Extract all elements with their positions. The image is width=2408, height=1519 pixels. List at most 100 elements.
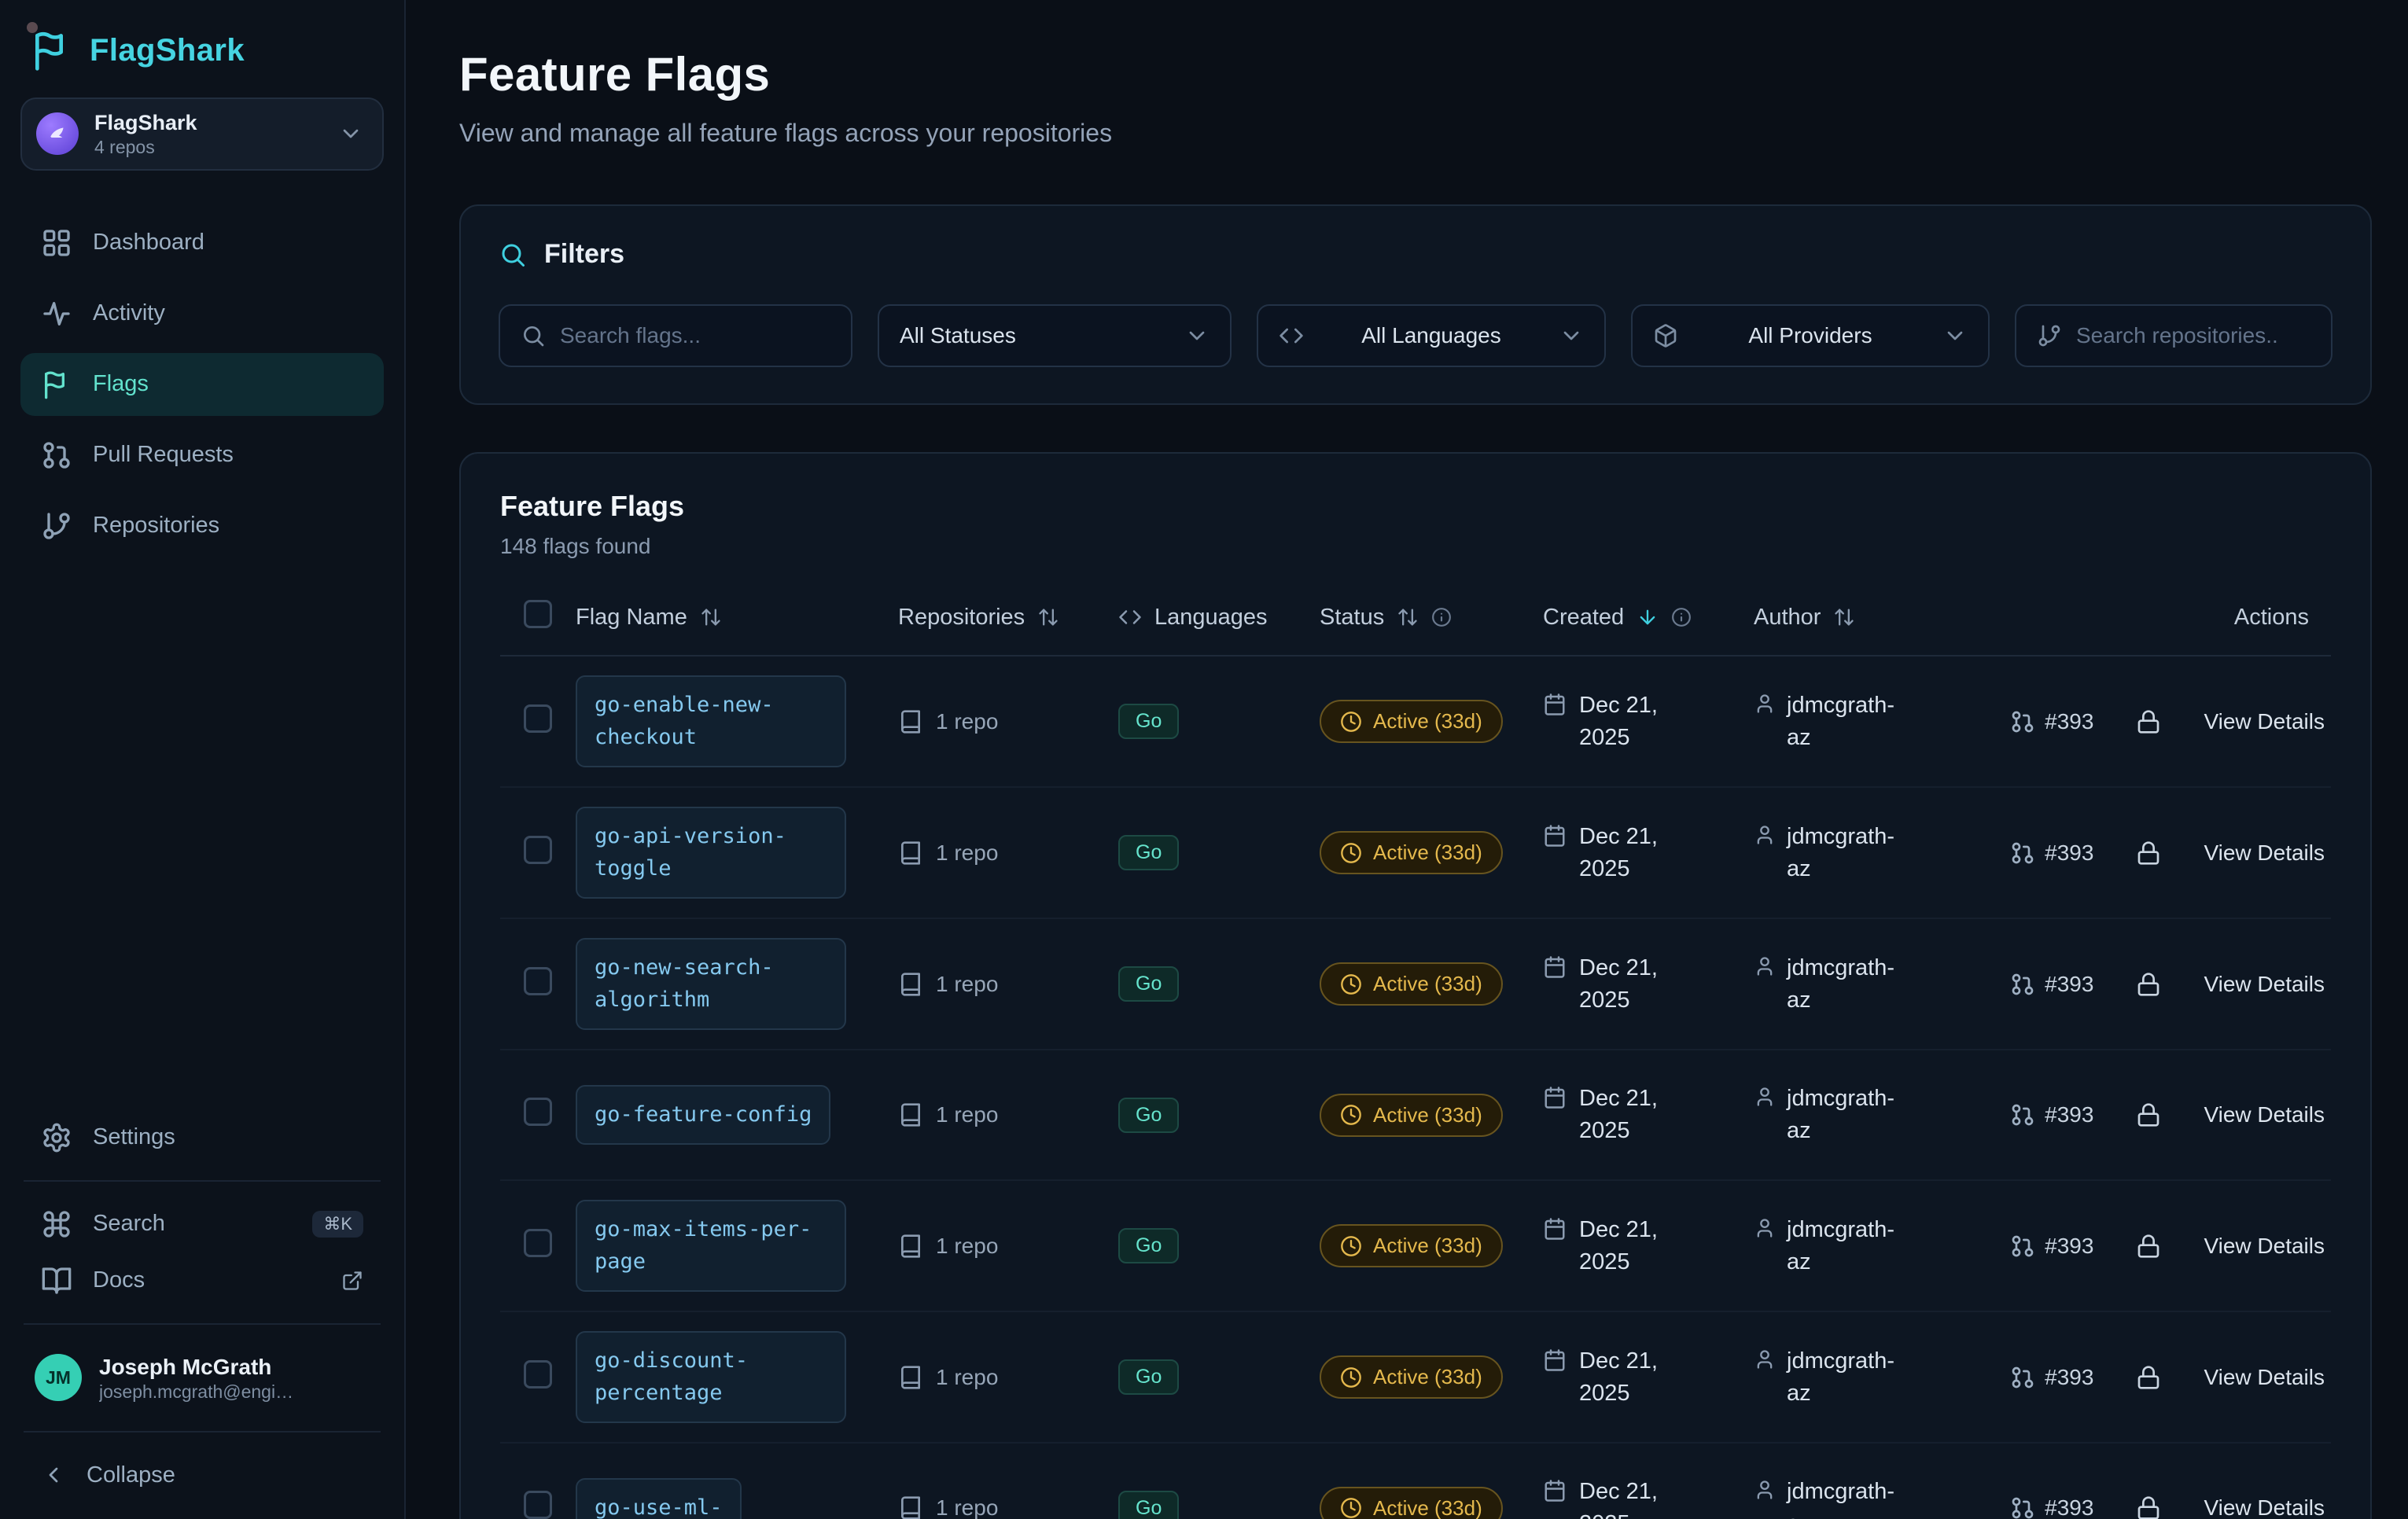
flag-name[interactable]: go-api-version-toggle [576, 807, 846, 899]
calendar-icon [1543, 824, 1567, 848]
status-badge: Active (33d) [1320, 962, 1503, 1006]
view-details-link[interactable]: View Details [2204, 1365, 2325, 1390]
sidebar-item-flags[interactable]: Flags [20, 353, 384, 416]
docs-label: Docs [93, 1267, 145, 1293]
view-details-link[interactable]: View Details [2204, 840, 2325, 866]
flag-name[interactable]: go-max-items-per-page [576, 1200, 846, 1292]
pull-request-link[interactable]: #393 [2010, 972, 2093, 997]
repositories-cell: 1 repo [898, 1365, 1118, 1390]
lock-icon[interactable] [2136, 1234, 2161, 1259]
pull-request-link[interactable]: #393 [2010, 840, 2093, 866]
table-row: go-api-version-toggle 1 repo Go Active (… [500, 788, 2331, 919]
sort-icon [1397, 606, 1419, 628]
row-checkbox[interactable] [524, 1491, 552, 1519]
sort-icon [1833, 606, 1855, 628]
flags-table-panel: Feature Flags 148 flags found Flag Name … [459, 452, 2372, 1519]
view-details-link[interactable]: View Details [2204, 1495, 2325, 1519]
row-checkbox[interactable] [524, 704, 552, 733]
column-header-status[interactable]: Status [1320, 605, 1543, 631]
flag-name[interactable]: go-use-ml- [576, 1478, 742, 1519]
created-cell: Dec 21, 2025 [1543, 690, 1754, 753]
flags-count: 148 flags found [500, 534, 2331, 559]
sidebar-item-settings[interactable]: Settings [20, 1109, 384, 1166]
sidebar-item-label: Activity [93, 300, 165, 326]
lock-icon[interactable] [2136, 972, 2161, 997]
row-checkbox[interactable] [524, 967, 552, 995]
calendar-icon [1543, 693, 1567, 716]
flag-name[interactable]: go-enable-new-checkout [576, 675, 846, 767]
search-repositories-input[interactable]: Search repositories.. [2015, 304, 2333, 367]
sidebar-item-pull-requests[interactable]: Pull Requests [20, 424, 384, 487]
user-menu[interactable]: JM Joseph McGrath joseph.mcgrath@engi… [20, 1339, 384, 1417]
git-pull-request-icon [2010, 1102, 2035, 1127]
created-cell: Dec 21, 2025 [1543, 821, 1754, 885]
lock-icon[interactable] [2136, 1495, 2161, 1519]
sidebar-item-dashboard[interactable]: Dashboard [20, 211, 384, 274]
row-checkbox[interactable] [524, 1229, 552, 1257]
actions-cell: #393 View Details [2005, 1234, 2331, 1259]
status-badge: Active (33d) [1320, 1487, 1503, 1519]
pull-request-link[interactable]: #393 [2010, 709, 2093, 734]
view-details-link[interactable]: View Details [2204, 709, 2325, 734]
pull-request-link[interactable]: #393 [2010, 1365, 2093, 1390]
column-header-flag-name[interactable]: Flag Name [576, 605, 898, 631]
author-cell: jdmcgrath-az [1754, 821, 2005, 885]
language-badge: Go [1118, 835, 1179, 870]
filters-panel: Filters Search flags... All Statuses All… [459, 204, 2372, 405]
flag-name[interactable]: go-feature-config [576, 1085, 830, 1146]
dashboard-icon [41, 227, 72, 259]
language-filter-value: All Languages [1318, 323, 1545, 348]
collapse-sidebar-button[interactable]: Collapse [20, 1447, 384, 1503]
language-badge: Go [1118, 1359, 1179, 1395]
git-pull-request-icon [2010, 1495, 2035, 1519]
sidebar-item-search[interactable]: Search ⌘K [20, 1196, 384, 1252]
select-all-checkbox[interactable] [524, 600, 552, 628]
language-filter-select[interactable]: All Languages [1257, 304, 1606, 367]
sidebar-item-label: Repositories [93, 513, 219, 539]
repositories-cell: 1 repo [898, 972, 1118, 997]
sidebar-item-repositories[interactable]: Repositories [20, 495, 384, 557]
lock-icon[interactable] [2136, 1102, 2161, 1127]
column-header-created[interactable]: Created [1543, 605, 1754, 631]
column-header-author[interactable]: Author [1754, 605, 2005, 631]
search-icon [521, 323, 546, 348]
workspace-selector[interactable]: FlagShark 4 repos [20, 97, 384, 171]
row-checkbox[interactable] [524, 1098, 552, 1126]
flag-name[interactable]: go-discount-percentage [576, 1331, 846, 1423]
app: FlagShark FlagShark 4 repos Dashboard Ac… [0, 0, 2408, 1519]
activity-icon [41, 298, 72, 329]
sidebar-item-docs[interactable]: Docs [20, 1252, 384, 1309]
repo-icon [898, 709, 923, 734]
chevron-down-icon [1184, 323, 1210, 348]
user-icon [1754, 824, 1776, 846]
pull-request-link[interactable]: #393 [2010, 1495, 2093, 1519]
divider [24, 1180, 381, 1182]
sidebar-item-label: Pull Requests [93, 442, 234, 468]
lock-icon[interactable] [2136, 709, 2161, 734]
repositories-cell: 1 repo [898, 1102, 1118, 1127]
clock-icon [1340, 711, 1362, 733]
lock-icon[interactable] [2136, 1365, 2161, 1390]
view-details-link[interactable]: View Details [2204, 1102, 2325, 1127]
pull-request-link[interactable]: #393 [2010, 1102, 2093, 1127]
column-header-languages[interactable]: Languages [1118, 605, 1320, 631]
view-details-link[interactable]: View Details [2204, 1234, 2325, 1259]
filters-title: Filters [544, 239, 624, 270]
search-flags-input[interactable]: Search flags... [499, 304, 852, 367]
column-header-repositories[interactable]: Repositories [898, 605, 1118, 631]
row-checkbox[interactable] [524, 836, 552, 864]
table-title: Feature Flags [500, 490, 2331, 523]
flag-name[interactable]: go-new-search-algorithm [576, 938, 846, 1030]
view-details-link[interactable]: View Details [2204, 972, 2325, 997]
git-pull-request-icon [2010, 840, 2035, 866]
actions-cell: #393 View Details [2005, 1495, 2331, 1519]
row-checkbox[interactable] [524, 1360, 552, 1388]
pull-request-link[interactable]: #393 [2010, 1234, 2093, 1259]
calendar-icon [1543, 1479, 1567, 1502]
sidebar-item-activity[interactable]: Activity [20, 282, 384, 345]
provider-filter-select[interactable]: All Providers [1631, 304, 1990, 367]
status-filter-select[interactable]: All Statuses [878, 304, 1232, 367]
lock-icon[interactable] [2136, 840, 2161, 866]
workspace-repo-count: 4 repos [94, 137, 322, 158]
sidebar-nav: Dashboard Activity Flags Pull Requests R… [20, 211, 384, 557]
